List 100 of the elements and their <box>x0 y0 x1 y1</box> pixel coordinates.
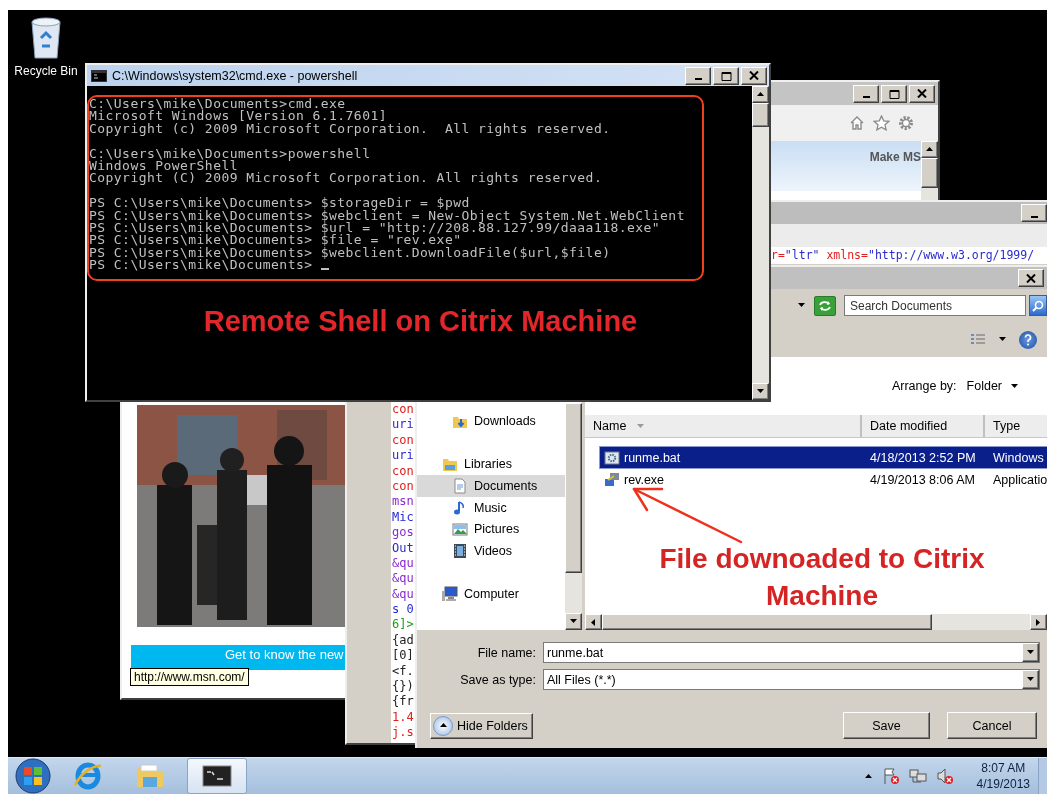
header-text: Make MS <box>869 150 921 164</box>
help-button[interactable] <box>1019 330 1037 349</box>
scroll-up-button[interactable] <box>921 141 938 158</box>
dropdown-button[interactable] <box>1022 643 1039 662</box>
triangle-up-icon <box>925 145 934 154</box>
minimize-button[interactable] <box>1021 204 1047 222</box>
arrange-by-dropdown[interactable]: Folder <box>966 379 1019 393</box>
close-button[interactable] <box>909 84 935 103</box>
field-label: Save as type: <box>459 672 537 687</box>
console-line: Copyright (C) 2009 Microsoft Corporation. All rights reserved. <box>89 172 603 185</box>
dialog-button[interactable]: Cancel <box>947 712 1037 739</box>
close-button[interactable] <box>741 66 767 85</box>
scrollbar[interactable] <box>565 403 582 630</box>
taskbar-button[interactable] <box>187 758 247 794</box>
close-button[interactable] <box>1018 269 1044 287</box>
scrollbar[interactable] <box>752 86 769 400</box>
clock-date[interactable]: 4/19/2013 <box>976 776 1030 792</box>
code-fragment: Out <box>392 540 415 556</box>
nav-item[interactable]: Downloads <box>417 410 565 432</box>
clock-time[interactable]: 8:07 AM <box>981 760 1026 776</box>
file-name: rev.exe <box>624 472 665 487</box>
code-fragment: Mic <box>392 509 415 526</box>
arrange-by-label: Arrange by: <box>891 379 957 393</box>
document-icon <box>452 477 468 494</box>
icon-label: Recycle Bin <box>14 64 78 78</box>
code-fragment: 1.4 <box>392 709 415 726</box>
scrollbar-thumb[interactable] <box>752 103 769 127</box>
search-field[interactable]: Search Documents <box>844 295 1026 316</box>
speaker-muted-icon[interactable] <box>935 767 954 785</box>
dropdown-arrow-icon <box>998 335 1007 344</box>
file-name-field[interactable]: runme.bat <box>543 642 1040 663</box>
search-icon <box>1032 299 1044 312</box>
computer-icon <box>442 586 458 603</box>
browser-icon <box>73 761 103 791</box>
nav-item[interactable]: Music <box>417 496 565 519</box>
column-header[interactable]: Date modified <box>862 415 985 437</box>
maximize-button[interactable] <box>881 84 907 103</box>
maximize-button[interactable] <box>713 66 739 85</box>
star-icon[interactable] <box>873 115 890 131</box>
close-icon <box>749 71 759 80</box>
settings-icon[interactable] <box>898 115 914 131</box>
application-icon <box>604 471 620 488</box>
column-header[interactable]: Name <box>585 415 862 437</box>
code-fragment: gos <box>392 525 415 541</box>
code-fragment: con <box>392 402 415 418</box>
file-row[interactable]: runme.bat 4/18/2013 2:52 PM Windows <box>600 447 1047 468</box>
console-icon <box>91 69 107 82</box>
horizontal-scrollbar[interactable] <box>585 614 1047 630</box>
library-folder-icon <box>442 456 458 473</box>
scrollbar-thumb[interactable] <box>921 158 938 188</box>
nav-item[interactable]: Videos <box>417 540 565 562</box>
network-icon[interactable] <box>908 767 927 785</box>
triangle-up-icon <box>756 90 765 99</box>
scroll-down-button[interactable] <box>565 613 582 630</box>
code-fragment: &qu <box>392 555 415 572</box>
code-fragment: j.s <box>392 725 415 741</box>
refresh-icon <box>818 299 832 312</box>
field-label: File name: <box>476 645 537 660</box>
nav-item[interactable]: Libraries <box>417 453 565 476</box>
tooltip: http://www.msn.com/ <box>130 668 249 686</box>
scroll-left-button[interactable] <box>585 614 602 630</box>
minimize-button[interactable] <box>685 66 711 85</box>
code-fragment: con <box>392 478 415 495</box>
home-icon[interactable] <box>849 115 865 131</box>
code-fragment: &qu <box>392 586 415 603</box>
dialog-button[interactable]: Save <box>843 712 930 739</box>
scroll-right-button[interactable] <box>1030 614 1047 630</box>
date-cell-text: 4/18/2013 2:52 PM <box>869 450 977 465</box>
scroll-up-button[interactable] <box>752 86 769 103</box>
console-line: C:\Users\mike\Documents>powershell <box>89 147 371 160</box>
type-cell-text: Applicatio <box>992 472 1047 487</box>
recycle-bin-icon <box>29 16 63 60</box>
search-button[interactable] <box>1029 295 1047 316</box>
triangle-right-icon <box>1034 617 1043 627</box>
hide-folders-button[interactable]: Hide Folders <box>430 712 533 739</box>
dropdown-button[interactable] <box>1022 670 1039 689</box>
scrollbar-thumb[interactable] <box>602 614 932 630</box>
console-line: Copyright (c) 2009 Microsoft Corporation. All rights reserved. <box>89 122 611 136</box>
annotation-text: File downoaded to Citrix Machine <box>658 542 986 613</box>
type-cell-text: Windows <box>992 450 1045 465</box>
file-type-dropdown[interactable]: All Files (*.*) <box>543 669 1040 690</box>
minimize-button[interactable] <box>853 84 879 103</box>
start-button[interactable] <box>13 758 53 794</box>
console-line: C:\Users\mike\Documents>cmd.exe <box>89 98 346 111</box>
nav-item[interactable]: Computer <box>417 583 565 606</box>
scrollbar-thumb[interactable] <box>565 403 582 573</box>
text-cursor <box>320 268 329 271</box>
refresh-button[interactable] <box>814 295 836 316</box>
nav-item[interactable]: Documents <box>417 475 565 497</box>
code-fragment: 6]> <box>392 617 415 633</box>
column-header[interactable]: Type <box>985 415 1047 437</box>
nav-item[interactable]: Pictures <box>417 518 565 541</box>
triangle-down-icon <box>756 387 765 396</box>
flag-warning-icon[interactable] <box>881 767 900 785</box>
scroll-down-button[interactable] <box>752 383 769 400</box>
file-row[interactable]: rev.exe 4/19/2013 8:06 AM Applicatio <box>600 469 1047 490</box>
code-fragment: msn <box>392 494 415 510</box>
dropdown-arrow-icon <box>1026 648 1035 657</box>
code-fragment: <f. <box>392 663 415 680</box>
code-fragment: {ad <box>392 632 415 649</box>
